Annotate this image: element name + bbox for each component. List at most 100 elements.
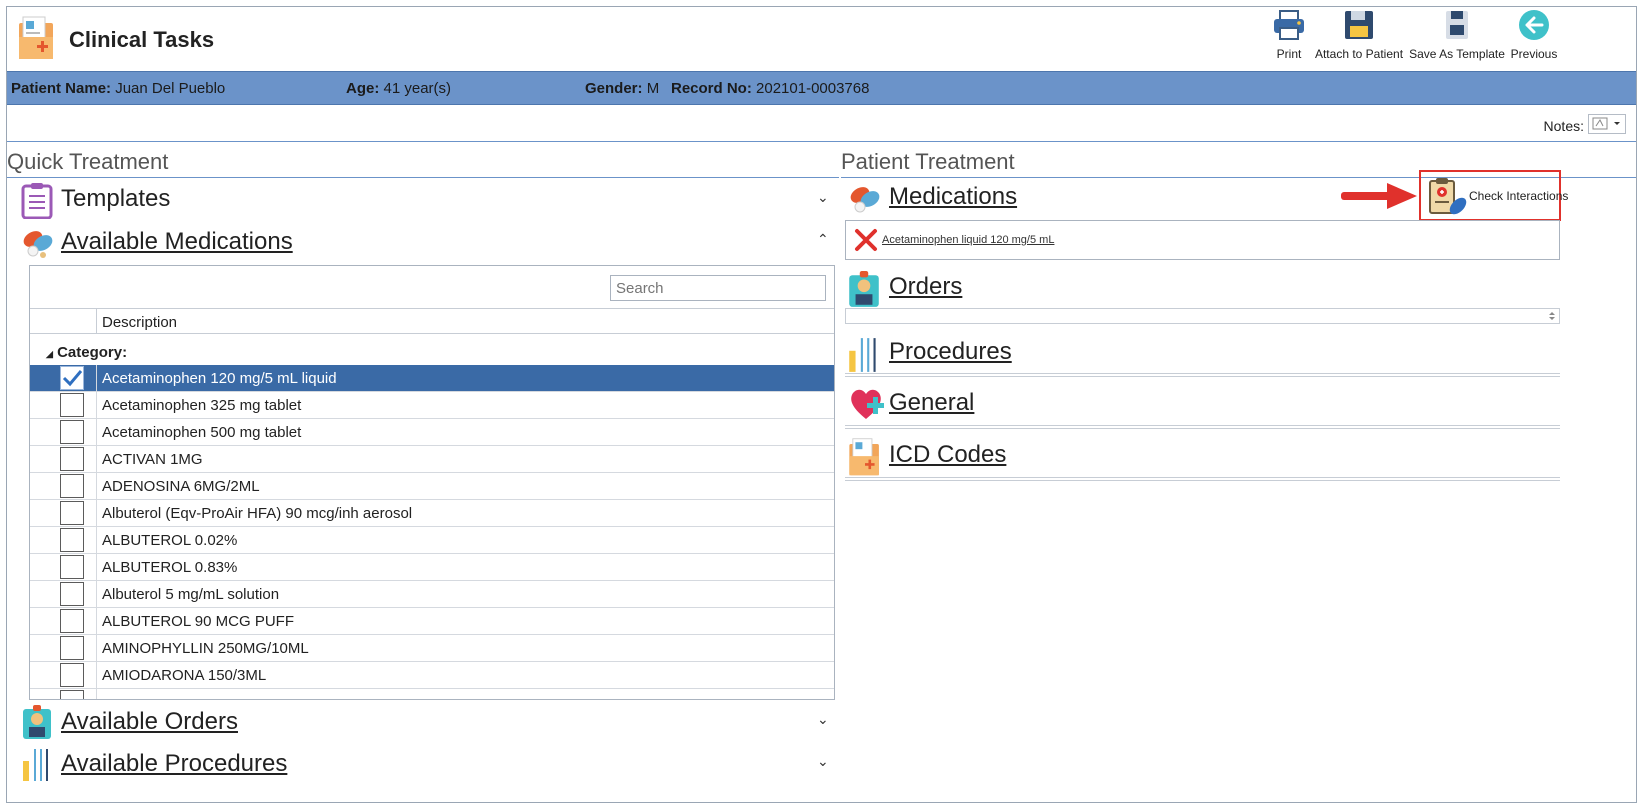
save-template-label: Save As Template: [1409, 47, 1505, 61]
patient-age: 41 year(s): [383, 80, 452, 97]
patient-medications-section[interactable]: Medications: [847, 181, 1017, 224]
pills-icon: [23, 231, 53, 258]
row-checkbox[interactable]: [60, 528, 84, 552]
available-procedures-section[interactable]: Available Procedures: [21, 747, 287, 790]
quick-treatment-divider: [7, 177, 839, 178]
collapse-triangle-icon: ◢: [46, 349, 53, 359]
red-arrow-icon: [1341, 183, 1417, 209]
row-checkbox[interactable]: [60, 555, 84, 579]
row-checkbox[interactable]: [60, 663, 84, 687]
notes-dropdown[interactable]: [1588, 114, 1626, 134]
table-row[interactable]: Albuterol (Eqv-ProAir HFA) 90 mcg/inh ae…: [30, 500, 834, 527]
previous-button[interactable]: Previous: [1507, 9, 1561, 61]
row-checkbox[interactable]: [60, 393, 84, 417]
row-checkbox[interactable]: [60, 447, 84, 471]
medication-search-input[interactable]: [610, 275, 826, 301]
table-row[interactable]: Albuterol 5 mg/mL solution: [30, 581, 834, 608]
back-arrow-icon: [1519, 10, 1549, 40]
description-column-header[interactable]: Description: [102, 314, 177, 331]
row-checkbox[interactable]: [60, 636, 84, 660]
procedures-list: [845, 373, 1560, 377]
selected-medications-list: Acetaminophen liquid 120 mg/5 mL: [845, 220, 1560, 260]
table-row[interactable]: AMINOPHYLLIN 250MG/10ML: [30, 635, 834, 662]
medication-name: AMINOPHYLLIN 250MG/10ML: [102, 640, 309, 657]
check-icon: [62, 370, 83, 387]
clipboard-icon: [21, 183, 53, 220]
doctor-icon: [849, 271, 879, 307]
table-row[interactable]: Acetaminophen 120 mg/5 mL liquid: [30, 365, 834, 392]
chevron-down-icon[interactable]: ⌄: [817, 189, 829, 206]
patient-orders-label: Orders: [889, 273, 963, 300]
row-checkbox[interactable]: [60, 474, 84, 498]
medication-rows: Acetaminophen 120 mg/5 mL liquid Acetami…: [30, 365, 834, 699]
table-row-partial[interactable]: [30, 689, 834, 699]
page-title: Clinical Tasks: [69, 27, 215, 52]
clinical-folder-icon: [19, 16, 53, 59]
medication-name: ALBUTEROL 90 MCG PUFF: [102, 613, 294, 630]
patient-gender-field: Gender: M: [585, 80, 660, 97]
row-checkbox[interactable]: [60, 501, 84, 525]
floppy-disk-icon: [1345, 11, 1373, 39]
patient-name-field: Patient Name: Juan Del Pueblo: [11, 80, 226, 97]
orders-list: [845, 308, 1560, 324]
previous-label: Previous: [1510, 47, 1558, 61]
available-orders-section[interactable]: Available Orders: [21, 705, 238, 748]
selected-medication-link[interactable]: Acetaminophen liquid 120 mg/5 mL: [882, 234, 1054, 246]
save-as-template-button[interactable]: Save As Template: [1409, 9, 1505, 61]
table-row[interactable]: ALBUTEROL 0.83%: [30, 554, 834, 581]
surgical-tools-icon: [23, 749, 48, 781]
chevron-down-icon[interactable]: ⌄: [817, 753, 829, 770]
medication-name: AMIODARONA 150/3ML: [102, 667, 267, 684]
print-button[interactable]: Print: [1269, 9, 1309, 61]
medication-name: Albuterol (Eqv-ProAir HFA) 90 mcg/inh ae…: [102, 505, 413, 522]
chevron-down-icon[interactable]: ⌄: [817, 711, 829, 728]
header: Clinical Tasks Print Attach to Patient S…: [7, 7, 1636, 70]
spinner-arrows-icon[interactable]: [1547, 310, 1557, 322]
icd-codes-list: [845, 477, 1560, 481]
category-group-header[interactable]: ◢ Category:: [46, 344, 127, 361]
check-interactions-button[interactable]: Check Interactions: [1419, 170, 1568, 221]
patient-general-section[interactable]: General: [847, 385, 974, 430]
medication-name: ALBUTEROL 0.02%: [102, 532, 238, 549]
medication-name: Albuterol 5 mg/mL solution: [102, 586, 280, 603]
patient-gender: M: [646, 80, 660, 97]
available-medications-section[interactable]: Available Medications: [21, 225, 293, 268]
quick-treatment-title: Quick Treatment: [7, 149, 169, 174]
table-row[interactable]: ALBUTEROL 90 MCG PUFF: [30, 608, 834, 635]
surgical-tools-icon: [849, 338, 876, 372]
clinical-tasks-window: Clinical Tasks Print Attach to Patient S…: [6, 6, 1637, 803]
table-row[interactable]: Acetaminophen 500 mg tablet: [30, 419, 834, 446]
table-row[interactable]: ALBUTEROL 0.02%: [30, 527, 834, 554]
general-list: [845, 425, 1560, 429]
patient-name: Juan Del Pueblo: [115, 80, 226, 97]
row-checkbox[interactable]: [60, 609, 84, 633]
table-row[interactable]: ADENOSINA 6MG/2ML: [30, 473, 834, 500]
patient-procedures-label: Procedures: [889, 338, 1012, 365]
table-row[interactable]: AMIODARONA 150/3ML: [30, 662, 834, 689]
templates-label: Templates: [61, 185, 171, 212]
templates-section[interactable]: Templates: [21, 183, 170, 226]
attach-to-patient-button[interactable]: Attach to Patient: [1313, 9, 1405, 61]
medication-name: Acetaminophen 500 mg tablet: [102, 424, 302, 441]
available-orders-label: Available Orders: [61, 708, 238, 735]
medications-grid: Description ◢ Category: Acetaminophen 12…: [29, 265, 835, 700]
remove-x-icon[interactable]: [854, 228, 878, 252]
patient-treatment-title: Patient Treatment: [841, 149, 1015, 174]
row-checkbox[interactable]: [60, 582, 84, 606]
medication-name: Acetaminophen 120 mg/5 mL liquid: [102, 370, 337, 387]
row-checkbox[interactable]: [60, 690, 84, 699]
check-interactions-label: Check Interactions: [1469, 189, 1569, 203]
row-checkbox[interactable]: [60, 420, 84, 444]
doctor-icon: [23, 705, 51, 739]
medication-name: ACTIVAN 1MG: [102, 451, 203, 468]
medication-name: Acetaminophen 325 mg tablet: [102, 397, 302, 414]
chevron-up-icon[interactable]: ⌃: [817, 231, 829, 248]
clinical-folder-icon: [849, 438, 879, 476]
table-row[interactable]: Acetaminophen 325 mg tablet: [30, 392, 834, 419]
row-checkbox[interactable]: [60, 366, 84, 390]
heart-plus-icon: [851, 389, 884, 419]
table-row[interactable]: ACTIVAN 1MG: [30, 446, 834, 473]
available-procedures-label: Available Procedures: [61, 750, 288, 777]
grid-header: Description: [30, 308, 834, 334]
medication-name: ADENOSINA 6MG/2ML: [102, 478, 260, 495]
